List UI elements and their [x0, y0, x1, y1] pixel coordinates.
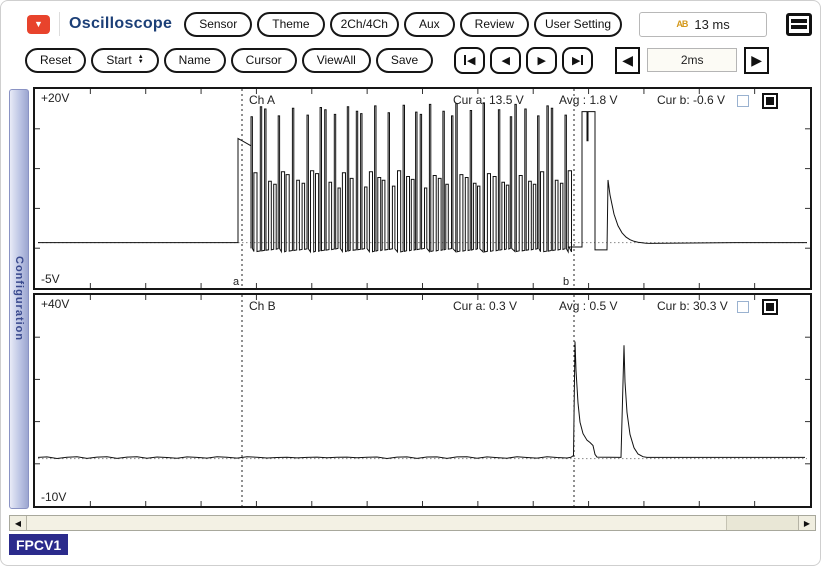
channel-b-vmin-label: -10V: [41, 490, 67, 504]
sensor-button[interactable]: Sensor: [184, 11, 253, 37]
menu-bar: [791, 25, 807, 29]
divider: [59, 12, 60, 36]
channel-mode-button[interactable]: 2Ch/4Ch: [329, 11, 399, 37]
menu-button[interactable]: [786, 12, 812, 36]
channel-b-vmax-label: +40V: [41, 297, 70, 311]
channel-b-cursor-b-value: Cur b: 30.3 V: [657, 299, 728, 313]
channel-a-vmin-label: -5V: [41, 272, 60, 286]
triangle-left-icon: ◀: [501, 54, 510, 67]
scrollbar-thumb[interactable]: [27, 516, 727, 530]
viewall-button[interactable]: ViewAll: [301, 47, 371, 73]
sidebar-tab-configuration[interactable]: Configuration: [9, 89, 29, 509]
step-forward-button[interactable]: ▶: [526, 46, 558, 74]
triangle-left-icon: ◀: [466, 54, 476, 67]
horizontal-scrollbar[interactable]: ◀ ▶: [9, 515, 816, 531]
channel-a-checkbox[interactable]: [737, 95, 749, 107]
channel-a-name: Ch A: [249, 93, 276, 107]
channel-a-waveform: [35, 89, 810, 288]
reset-button[interactable]: Reset: [25, 47, 87, 73]
bar-icon: [581, 55, 584, 65]
cursor-button[interactable]: Cursor: [230, 47, 297, 73]
scroll-right-button[interactable]: ▶: [798, 516, 815, 530]
channel-b-checkbox[interactable]: [737, 301, 749, 313]
channel-a-avg-value: Avg : 1.8 V: [559, 93, 618, 107]
time-display: AB 13 ms: [639, 11, 768, 37]
aux-button[interactable]: Aux: [403, 11, 455, 37]
control-toolbar: Reset Start ▲ ▼ Name Cursor ViewAll Save …: [25, 45, 812, 75]
channel-b-avg-value: Avg : 0.5 V: [559, 299, 618, 313]
top-toolbar: ▼ Oscilloscope Sensor Theme 2Ch/4Ch Aux …: [27, 9, 812, 39]
channel-a-display-toggle[interactable]: [762, 93, 778, 109]
app-title: Oscilloscope: [69, 15, 173, 32]
triangle-right-icon: ▶: [537, 54, 546, 67]
cursor-a-label[interactable]: a: [233, 276, 239, 288]
cursor-b-label[interactable]: b: [563, 276, 569, 288]
chart-area: +20V -5V Ch A Cur a: 13.5 V Avg : 1.8 V …: [33, 87, 812, 509]
review-button[interactable]: Review: [459, 11, 530, 37]
timebase-value-field[interactable]: 2ms: [647, 48, 738, 72]
channel-b-display-toggle[interactable]: [762, 299, 778, 315]
theme-button[interactable]: Theme: [257, 11, 325, 37]
triangle-right-icon: ▶: [803, 518, 811, 528]
main-area: Configuration +20V -5V Ch A Cur a: 13.5 …: [9, 87, 812, 509]
triangle-left-icon: ◀: [622, 51, 634, 68]
user-setting-button[interactable]: User Setting: [534, 11, 623, 37]
timer-icon: AB: [676, 19, 688, 29]
timebase-decrease-button[interactable]: ◀: [615, 46, 641, 74]
channel-b-name: Ch B: [249, 299, 276, 313]
save-button[interactable]: Save: [375, 47, 434, 73]
triangle-right-icon: ▶: [751, 51, 763, 68]
scroll-left-button[interactable]: ◀: [10, 516, 27, 530]
channel-b-waveform: [35, 295, 810, 506]
bar-icon: [463, 55, 466, 65]
channel-a-cursor-b-value: Cur b: -0.6 V: [657, 93, 726, 107]
channel-b-cursor-a-value: Cur a: 0.3 V: [453, 299, 518, 313]
channel-a-vmax-label: +20V: [41, 91, 70, 105]
step-back-button[interactable]: ◀: [490, 46, 522, 74]
timebase-increase-button[interactable]: ▶: [744, 46, 770, 74]
start-button[interactable]: Start ▲ ▼: [91, 47, 159, 73]
timebase-control: ◀ 2ms ▶: [615, 46, 770, 74]
playback-controls: ◀ ◀ ▶ ▶: [454, 46, 594, 74]
channel-b-panel: +40V -10V Ch B Cur a: 0.3 V Avg : 0.5 V …: [33, 293, 812, 508]
triangle-left-icon: ◀: [14, 518, 22, 528]
menu-bar: [791, 19, 807, 23]
skip-last-button[interactable]: ▶: [562, 46, 594, 74]
status-tab-fpcv1[interactable]: FPCV1: [9, 534, 69, 555]
app-menu-icon[interactable]: ▼: [27, 14, 50, 34]
skip-first-button[interactable]: ◀: [454, 46, 486, 74]
name-button[interactable]: Name: [163, 47, 226, 73]
time-value: 13 ms: [694, 16, 730, 32]
oscilloscope-window: ▼ Oscilloscope Sensor Theme 2Ch/4Ch Aux …: [0, 0, 821, 566]
configuration-tab-label: Configuration: [13, 256, 25, 342]
triangle-right-icon: ▶: [571, 54, 581, 67]
channel-a-panel: +20V -5V Ch A Cur a: 13.5 V Avg : 1.8 V …: [33, 87, 812, 290]
spinner-icon: ▲ ▼: [137, 54, 144, 65]
channel-a-cursor-a-value: Cur a: 13.5 V: [453, 93, 524, 107]
